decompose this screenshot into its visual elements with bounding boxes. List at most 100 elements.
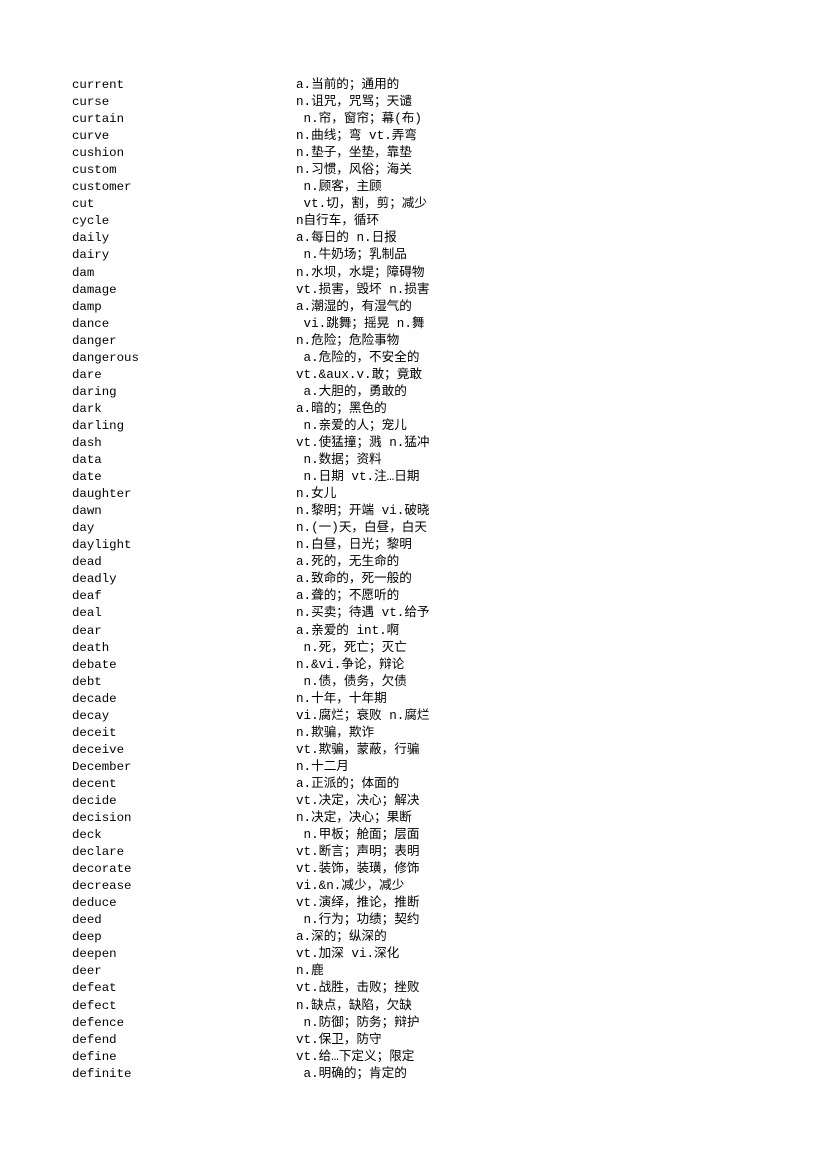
vocabulary-row: deck n.甲板；舱面；层面 — [72, 827, 772, 844]
vocabulary-row: deer n.鹿 — [72, 963, 772, 980]
vocabulary-term: dear — [72, 623, 102, 638]
vocabulary-row: debt n.债，债务，欠债 — [72, 674, 772, 691]
vocabulary-definition: n.数据；资料 — [296, 453, 382, 468]
vocabulary-definition: vt.断言；声明；表明 — [296, 845, 420, 860]
vocabulary-term: decision — [72, 811, 132, 826]
vocabulary-term: dead — [72, 555, 102, 570]
vocabulary-term: danger — [72, 333, 117, 348]
vocabulary-definition: n.曲线；弯 vt.弄弯 — [296, 129, 417, 144]
vocabulary-term: day — [72, 521, 95, 536]
vocabulary-term: deceive — [72, 742, 125, 757]
vocabulary-row: dead a.死的，无生命的 — [72, 554, 772, 571]
vocabulary-definition: n.垫子，坐垫，靠垫 — [296, 146, 412, 161]
vocabulary-term: December — [72, 759, 132, 774]
vocabulary-row: deduce vt.演绎，推论，推断 — [72, 895, 772, 912]
vocabulary-definition: vt.使猛撞；溅 n.猛冲 — [296, 435, 430, 450]
vocabulary-row: deal n.买卖；待遇 vt.给予 — [72, 605, 772, 622]
vocabulary-term: decorate — [72, 862, 132, 877]
vocabulary-definition: a.危险的，不安全的 — [296, 350, 420, 365]
vocabulary-definition: n.亲爱的人；宠儿 — [296, 418, 407, 433]
vocabulary-definition: a.亲爱的 int.啊 — [296, 623, 400, 638]
vocabulary-term: defend — [72, 1032, 117, 1047]
vocabulary-row: cut vt.切，割，剪；减少 — [72, 196, 772, 213]
vocabulary-definition: n.诅咒，咒骂；天谴 — [296, 95, 412, 110]
vocabulary-term: cushion — [72, 146, 125, 161]
vocabulary-row: dairy n.牛奶场；乳制品 — [72, 247, 772, 264]
vocabulary-term: decide — [72, 793, 117, 808]
vocabulary-term: deep — [72, 930, 102, 945]
vocabulary-row: dear a.亲爱的 int.啊 — [72, 623, 772, 640]
vocabulary-row: day n.(一)天，白昼，白天 — [72, 520, 772, 537]
vocabulary-term: deaf — [72, 589, 102, 604]
vocabulary-row: curse n.诅咒，咒骂；天谴 — [72, 94, 772, 111]
vocabulary-definition: a.正派的；体面的 — [296, 776, 400, 791]
vocabulary-term: deepen — [72, 947, 117, 962]
vocabulary-row: current a.当前的；通用的 — [72, 77, 772, 94]
vocabulary-definition: vt.切，割，剪；减少 — [296, 197, 427, 212]
vocabulary-definition: vt.给…下定义；限定 — [296, 1049, 415, 1064]
vocabulary-definition: n.危险；危险事物 — [296, 333, 400, 348]
vocabulary-row: deaf a.聋的；不愿听的 — [72, 588, 772, 605]
document-page: current a.当前的；通用的 curse n.诅咒，咒骂；天谴 curtain n… — [0, 0, 827, 1170]
vocabulary-row: decay vi.腐烂；衰败 n.腐烂 — [72, 708, 772, 725]
vocabulary-row: deep a.深的；纵深的 — [72, 929, 772, 946]
vocabulary-term: custom — [72, 163, 117, 178]
vocabulary-definition: a.聋的；不愿听的 — [296, 589, 400, 604]
vocabulary-definition: n.死，死亡；灭亡 — [296, 640, 407, 655]
vocabulary-row: debate n.&vi.争论，辩论 — [72, 657, 772, 674]
vocabulary-row: cycle n自行车，循环 — [72, 213, 772, 230]
vocabulary-term: damp — [72, 299, 102, 314]
vocabulary-definition: vt.&aux.v.敢；竟敢 — [296, 367, 422, 382]
vocabulary-list: current a.当前的；通用的 curse n.诅咒，咒骂；天谴 curtain n… — [72, 77, 772, 1083]
vocabulary-term: declare — [72, 845, 125, 860]
vocabulary-term: debate — [72, 657, 117, 672]
vocabulary-definition: n自行车，循环 — [296, 214, 380, 229]
vocabulary-definition: n.白昼，日光；黎明 — [296, 538, 412, 553]
vocabulary-term: deck — [72, 828, 102, 843]
vocabulary-term: current — [72, 78, 125, 92]
vocabulary-row: decade n.十年，十年期 — [72, 691, 772, 708]
vocabulary-definition: a.明确的；肯定的 — [296, 1066, 407, 1081]
vocabulary-row: daring a.大胆的，勇敢的 — [72, 384, 772, 401]
vocabulary-term: deed — [72, 913, 102, 928]
vocabulary-term: decay — [72, 708, 110, 723]
vocabulary-definition: vt.欺骗，蒙蔽，行骗 — [296, 742, 420, 757]
vocabulary-definition: n.甲板；舱面；层面 — [296, 828, 420, 843]
vocabulary-row: deadly a.致命的，死一般的 — [72, 571, 772, 588]
vocabulary-row: dash vt.使猛撞；溅 n.猛冲 — [72, 435, 772, 452]
vocabulary-definition: n.缺点，缺陷，欠缺 — [296, 998, 412, 1013]
vocabulary-definition: a.潮湿的，有湿气的 — [296, 299, 412, 314]
vocabulary-definition: n.&vi.争论，辩论 — [296, 657, 405, 672]
vocabulary-row: cushion n.垫子，坐垫，靠垫 — [72, 145, 772, 162]
vocabulary-definition: n.十二月 — [296, 759, 349, 774]
vocabulary-definition: n.牛奶场；乳制品 — [296, 248, 407, 263]
vocabulary-row: dance vi.跳舞；摇晃 n.舞 — [72, 316, 772, 333]
vocabulary-term: deer — [72, 964, 102, 979]
vocabulary-term: decade — [72, 691, 117, 706]
vocabulary-term: daring — [72, 384, 117, 399]
vocabulary-row: defence n.防御；防务；辩护 — [72, 1015, 772, 1032]
vocabulary-row: deepen vt.加深 vi.深化 — [72, 946, 772, 963]
vocabulary-term: customer — [72, 180, 132, 195]
vocabulary-definition: a.大胆的，勇敢的 — [296, 384, 407, 399]
vocabulary-term: dam — [72, 265, 95, 280]
vocabulary-row: definite a.明确的；肯定的 — [72, 1066, 772, 1083]
vocabulary-definition: n.水坝，水堤；障碍物 — [296, 265, 425, 280]
vocabulary-row: defend vt.保卫，防守 — [72, 1032, 772, 1049]
vocabulary-term: daylight — [72, 538, 132, 553]
vocabulary-definition: vi.&n.减少，减少 — [296, 879, 405, 894]
vocabulary-term: define — [72, 1049, 117, 1064]
vocabulary-row: date n.日期 vt.注…日期 — [72, 469, 772, 486]
vocabulary-row: December n.十二月 — [72, 759, 772, 776]
vocabulary-term: dance — [72, 316, 110, 331]
vocabulary-term: deadly — [72, 572, 117, 587]
vocabulary-term: cycle — [72, 214, 110, 229]
vocabulary-row: define vt.给…下定义；限定 — [72, 1049, 772, 1066]
vocabulary-row: dangerous a.危险的，不安全的 — [72, 350, 772, 367]
vocabulary-row: decision n.决定，决心；果断 — [72, 810, 772, 827]
vocabulary-term: deceit — [72, 725, 117, 740]
vocabulary-definition: vt.保卫，防守 — [296, 1032, 382, 1047]
vocabulary-row: deceive vt.欺骗，蒙蔽，行骗 — [72, 742, 772, 759]
vocabulary-row: decent a.正派的；体面的 — [72, 776, 772, 793]
vocabulary-definition: n.十年，十年期 — [296, 691, 387, 706]
